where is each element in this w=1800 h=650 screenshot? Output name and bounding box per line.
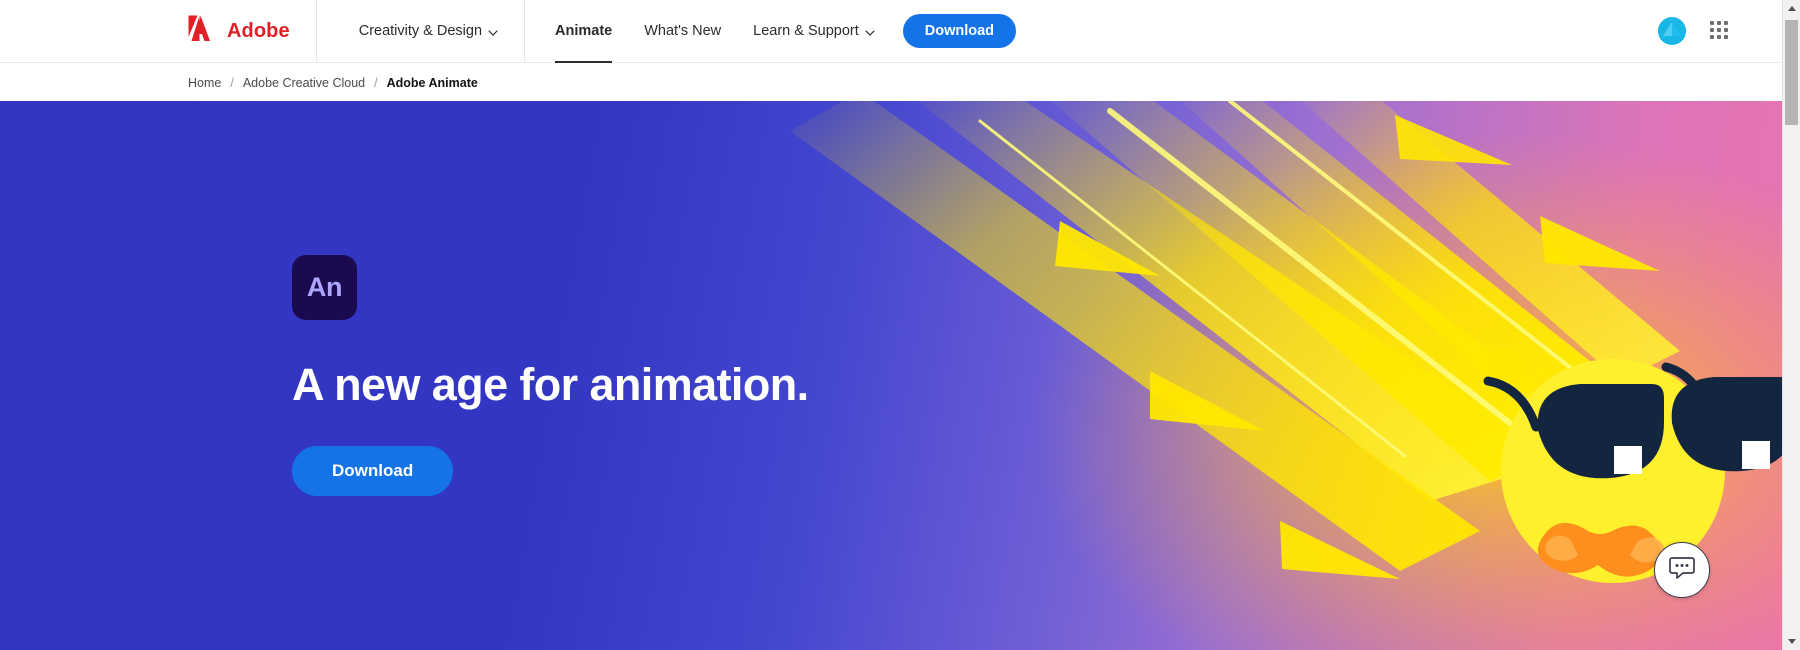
app-grid-dot	[1710, 21, 1714, 25]
breadcrumb-separator: /	[374, 75, 378, 90]
nav-item-label: Creativity & Design	[358, 23, 483, 39]
app-grid-dot	[1724, 35, 1728, 39]
scroll-up-arrow-icon[interactable]	[1783, 0, 1800, 17]
scrollbar-thumb[interactable]	[1785, 20, 1798, 125]
page-root: Adobe Creativity & Design Animate What's…	[0, 0, 1800, 650]
breadcrumb-separator: /	[230, 75, 234, 90]
adobe-wordmark: Adobe	[227, 19, 290, 42]
vertical-scrollbar[interactable]	[1782, 0, 1800, 650]
mascot-sunglasses	[1483, 362, 1782, 479]
app-grid-dot	[1710, 35, 1714, 39]
user-avatar-icon[interactable]	[1658, 17, 1686, 45]
app-grid-dot	[1724, 21, 1728, 25]
adobe-logo-icon	[188, 15, 218, 47]
chevron-down-icon	[865, 24, 875, 40]
mascot-mouth	[1537, 522, 1665, 577]
breadcrumb: Home / Adobe Creative Cloud / Adobe Anim…	[188, 76, 478, 90]
app-grid-dot	[1717, 28, 1721, 32]
nav-item-label: Animate	[555, 23, 613, 39]
breadcrumb-item-adobe-creative-cloud[interactable]: Adobe Creative Cloud	[243, 76, 365, 90]
chat-support-button[interactable]	[1654, 542, 1710, 598]
app-grid-dot	[1710, 28, 1714, 32]
comet-spark-dot	[1487, 349, 1523, 385]
global-header: Adobe Creativity & Design Animate What's…	[0, 0, 1782, 63]
nav-item-creativity-design[interactable]: Creativity & Design	[343, 0, 526, 63]
app-grid-dot	[1724, 28, 1728, 32]
nav-item-label: Learn & Support	[753, 23, 859, 39]
nav-item-whats-new[interactable]: What's New	[628, 0, 737, 63]
nav-item-animate[interactable]: Animate	[539, 0, 628, 63]
adobe-brand-link[interactable]: Adobe	[188, 0, 317, 63]
hero-download-button[interactable]: Download	[292, 446, 454, 497]
breadcrumb-item-adobe-animate: Adobe Animate	[386, 75, 478, 90]
comet-mascot-illustration	[790, 101, 1782, 650]
header-actions	[1658, 17, 1730, 45]
chevron-down-icon	[488, 24, 498, 40]
app-grid-dot	[1717, 21, 1721, 25]
breadcrumb-bar: Home / Adobe Creative Cloud / Adobe Anim…	[0, 64, 1782, 101]
header-download-button[interactable]: Download	[902, 14, 1017, 48]
hero-content: An A new age for animation. Download	[292, 101, 809, 650]
chat-bubble-icon	[1669, 556, 1695, 585]
nav-item-label: What's New	[644, 23, 722, 39]
animate-product-icon: An	[292, 254, 357, 320]
primary-nav: Creativity & Design Animate What's New L…	[343, 0, 1017, 63]
hero-title: A new age for animation.	[292, 358, 809, 410]
breadcrumb-item-home[interactable]: Home	[188, 76, 221, 90]
hero-banner: An A new age for animation. Download	[0, 101, 1782, 650]
app-grid-dot	[1717, 35, 1721, 39]
app-grid-icon[interactable]	[1710, 21, 1730, 41]
nav-item-learn-support[interactable]: Learn & Support	[737, 0, 891, 63]
scroll-down-arrow-icon[interactable]	[1783, 633, 1800, 650]
